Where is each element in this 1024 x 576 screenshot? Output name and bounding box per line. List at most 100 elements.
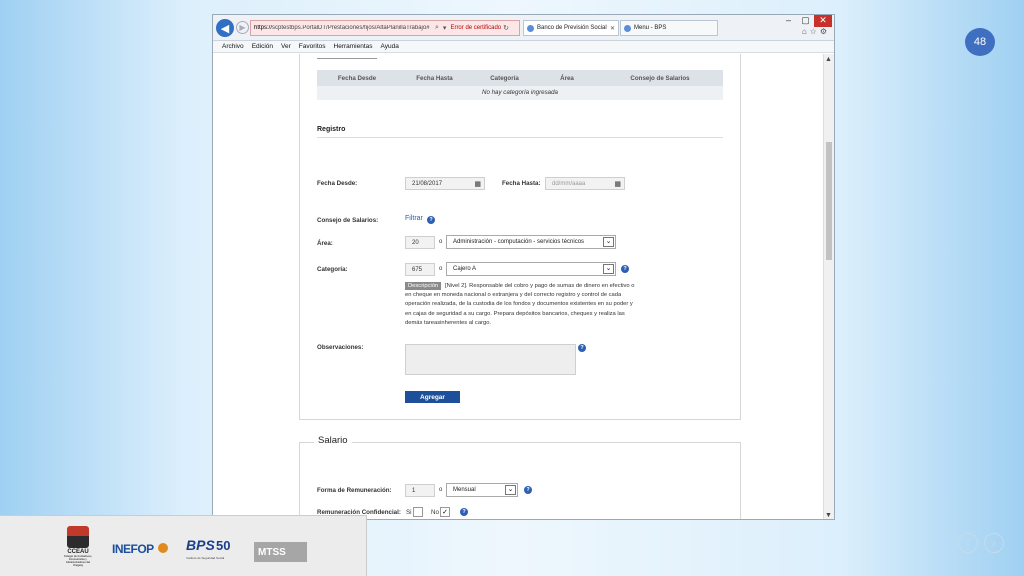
chevron-down-icon: ⌄ bbox=[505, 485, 516, 495]
calendar-icon[interactable]: ▦ bbox=[614, 180, 621, 188]
categoria-separator: o bbox=[439, 266, 443, 272]
menu-archivo[interactable]: Archivo bbox=[222, 43, 244, 50]
minimize-icon[interactable]: – bbox=[780, 15, 797, 27]
tab-label: Menu - BPS bbox=[634, 25, 667, 31]
forma-separator: o bbox=[439, 487, 443, 493]
forma-select-value: Mensual bbox=[453, 487, 476, 493]
close-tab-icon[interactable]: ✕ bbox=[610, 25, 615, 32]
url-text: scptestbps.PortalDT/Prestaciones/fijos/A… bbox=[272, 25, 430, 31]
help-icon[interactable]: ? bbox=[427, 216, 435, 224]
cceau-subtitle: Colegio de Contadores, Economistas y Adm… bbox=[63, 555, 93, 567]
filtrar-link[interactable]: Filtrar bbox=[405, 215, 423, 222]
previous-slide-icon[interactable]: ‹ bbox=[958, 533, 978, 553]
observaciones-label: Observaciones: bbox=[317, 344, 364, 351]
menu-ayuda[interactable]: Ayuda bbox=[381, 43, 399, 50]
categoria-code-input[interactable]: 675 bbox=[405, 263, 435, 276]
descripcion-tag: Descripción bbox=[405, 282, 442, 290]
area-separator: o bbox=[439, 239, 443, 245]
bps-50-mark: 50 bbox=[216, 538, 231, 553]
forma-remuneracion-label: Forma de Remuneración: bbox=[317, 487, 392, 494]
col-consejo: Consejo de Salarios bbox=[630, 74, 690, 82]
browser-toolbar-icons[interactable]: ⌂☆⚙ bbox=[802, 27, 830, 36]
table-empty-row: No hay categoría ingresada bbox=[317, 86, 723, 100]
next-slide-icon[interactable]: › bbox=[984, 533, 1004, 553]
slide-navigation: ‹ › bbox=[958, 533, 1004, 553]
browser-window: ◀ ▶ https://scptestbps.PortalDT/Prestaci… bbox=[212, 14, 835, 520]
no-checkbox[interactable]: ✓ bbox=[440, 507, 450, 517]
area-code-input[interactable]: 20 bbox=[405, 236, 435, 249]
help-icon[interactable]: ? bbox=[524, 486, 532, 494]
url-scheme: https:// bbox=[254, 25, 273, 31]
forward-arrow-icon[interactable]: ▶ bbox=[236, 21, 249, 34]
page-content: Fecha Desde Fecha Hasta Categoría Área C… bbox=[213, 54, 824, 519]
tab-bps[interactable]: Banco de Previsión Social ✕ bbox=[523, 20, 619, 36]
cceau-emblem-icon bbox=[67, 526, 89, 548]
maximize-icon[interactable]: ▢ bbox=[797, 15, 814, 27]
mtss-logo: MTSS bbox=[254, 542, 307, 562]
tab-menu-bps[interactable]: Menu - BPS bbox=[620, 20, 718, 36]
bps-subtitle: Instituto de Seguridad Social bbox=[186, 556, 225, 560]
address-bar[interactable]: https://scptestbps.PortalDT/Prestaciones… bbox=[250, 20, 520, 36]
menu-edicion[interactable]: Edición bbox=[252, 43, 273, 50]
certificate-error[interactable]: Error de certificado bbox=[448, 25, 501, 31]
observaciones-textarea[interactable] bbox=[405, 344, 576, 375]
close-icon[interactable]: ✕ bbox=[814, 15, 832, 27]
search-icon[interactable]: ⌕ bbox=[433, 24, 441, 32]
divider bbox=[317, 137, 723, 138]
section-title-registro: Registro bbox=[317, 126, 346, 133]
vertical-scrollbar[interactable]: ▲ ▼ bbox=[823, 54, 834, 519]
categoria-select-value: Cajero A bbox=[453, 266, 477, 272]
scroll-down-icon[interactable]: ▼ bbox=[825, 512, 832, 519]
back-arrow-icon[interactable]: ◀ bbox=[216, 19, 234, 37]
menu-herramientas[interactable]: Herramientas bbox=[334, 43, 373, 50]
si-checkbox[interactable] bbox=[413, 507, 423, 517]
scroll-up-icon[interactable]: ▲ bbox=[825, 56, 832, 63]
help-icon[interactable]: ? bbox=[621, 265, 629, 273]
col-fecha-hasta: Fecha Hasta bbox=[416, 74, 453, 82]
chevron-down-icon: ⌄ bbox=[603, 237, 614, 247]
si-label: Si bbox=[406, 509, 412, 516]
slide-number: 48 bbox=[965, 28, 995, 56]
categoria-label: Categoría: bbox=[317, 266, 348, 273]
calendar-icon[interactable]: ▦ bbox=[474, 180, 481, 188]
bps-logo: BPS bbox=[186, 537, 215, 553]
menu-ver[interactable]: Ver bbox=[281, 43, 291, 50]
help-icon[interactable]: ? bbox=[460, 508, 468, 516]
menu-bar: Archivo Edición Ver Favoritos Herramient… bbox=[213, 41, 834, 53]
no-label: No bbox=[431, 509, 439, 516]
agregar-button[interactable]: Agregar bbox=[405, 391, 460, 403]
chevron-down-icon: ⌄ bbox=[603, 264, 614, 274]
fecha-hasta-label: Fecha Hasta: bbox=[502, 180, 541, 187]
consejo-label: Consejo de Salarios: bbox=[317, 217, 379, 224]
cceau-logo: CCEAU Colegio de Contadores, Economistas… bbox=[62, 526, 94, 572]
col-fecha-desde: Fecha Desde bbox=[337, 74, 377, 82]
fecha-hasta-input[interactable]: dd/mm/aaaa ▦ bbox=[545, 177, 625, 190]
scroll-thumb[interactable] bbox=[826, 142, 832, 260]
area-select-value: Administración - computación - servicios… bbox=[453, 239, 585, 245]
area-label: Área: bbox=[317, 240, 333, 247]
help-icon[interactable]: ? bbox=[578, 344, 586, 352]
fecha-desde-input[interactable]: 21/08/2017 ▦ bbox=[405, 177, 485, 190]
window-controls: – ▢ ✕ bbox=[780, 15, 832, 27]
col-area: Área bbox=[560, 74, 574, 82]
tab-favicon-icon bbox=[624, 24, 631, 32]
table-header: Fecha Desde Fecha Hasta Categoría Área C… bbox=[317, 70, 723, 86]
inefop-logo: INEFOP bbox=[112, 542, 154, 556]
refresh-icon[interactable]: ↻ bbox=[501, 24, 511, 32]
fecha-desde-label: Fecha Desde: bbox=[317, 180, 358, 187]
categoria-code-value: 675 bbox=[412, 266, 423, 273]
cut-off-heading bbox=[317, 58, 377, 64]
tab-favicon-icon bbox=[527, 24, 534, 32]
tab-label: Banco de Previsión Social bbox=[537, 25, 607, 31]
forma-code-input[interactable]: 1 bbox=[405, 484, 435, 497]
section-title-salario: Salario bbox=[314, 435, 352, 446]
area-code-value: 20 bbox=[412, 239, 419, 246]
forma-remuneracion-select[interactable]: Mensual ⌄ bbox=[446, 483, 518, 497]
inefop-mark-icon bbox=[158, 543, 168, 553]
menu-favoritos[interactable]: Favoritos bbox=[299, 43, 326, 50]
area-select[interactable]: Administración - computación - servicios… bbox=[446, 235, 616, 249]
categoria-select[interactable]: Cajero A ⌄ bbox=[446, 262, 616, 276]
forma-code-value: 1 bbox=[412, 487, 416, 494]
col-categoria: Categoría bbox=[490, 74, 519, 82]
dropdown-icon[interactable]: ▾ bbox=[441, 24, 449, 32]
